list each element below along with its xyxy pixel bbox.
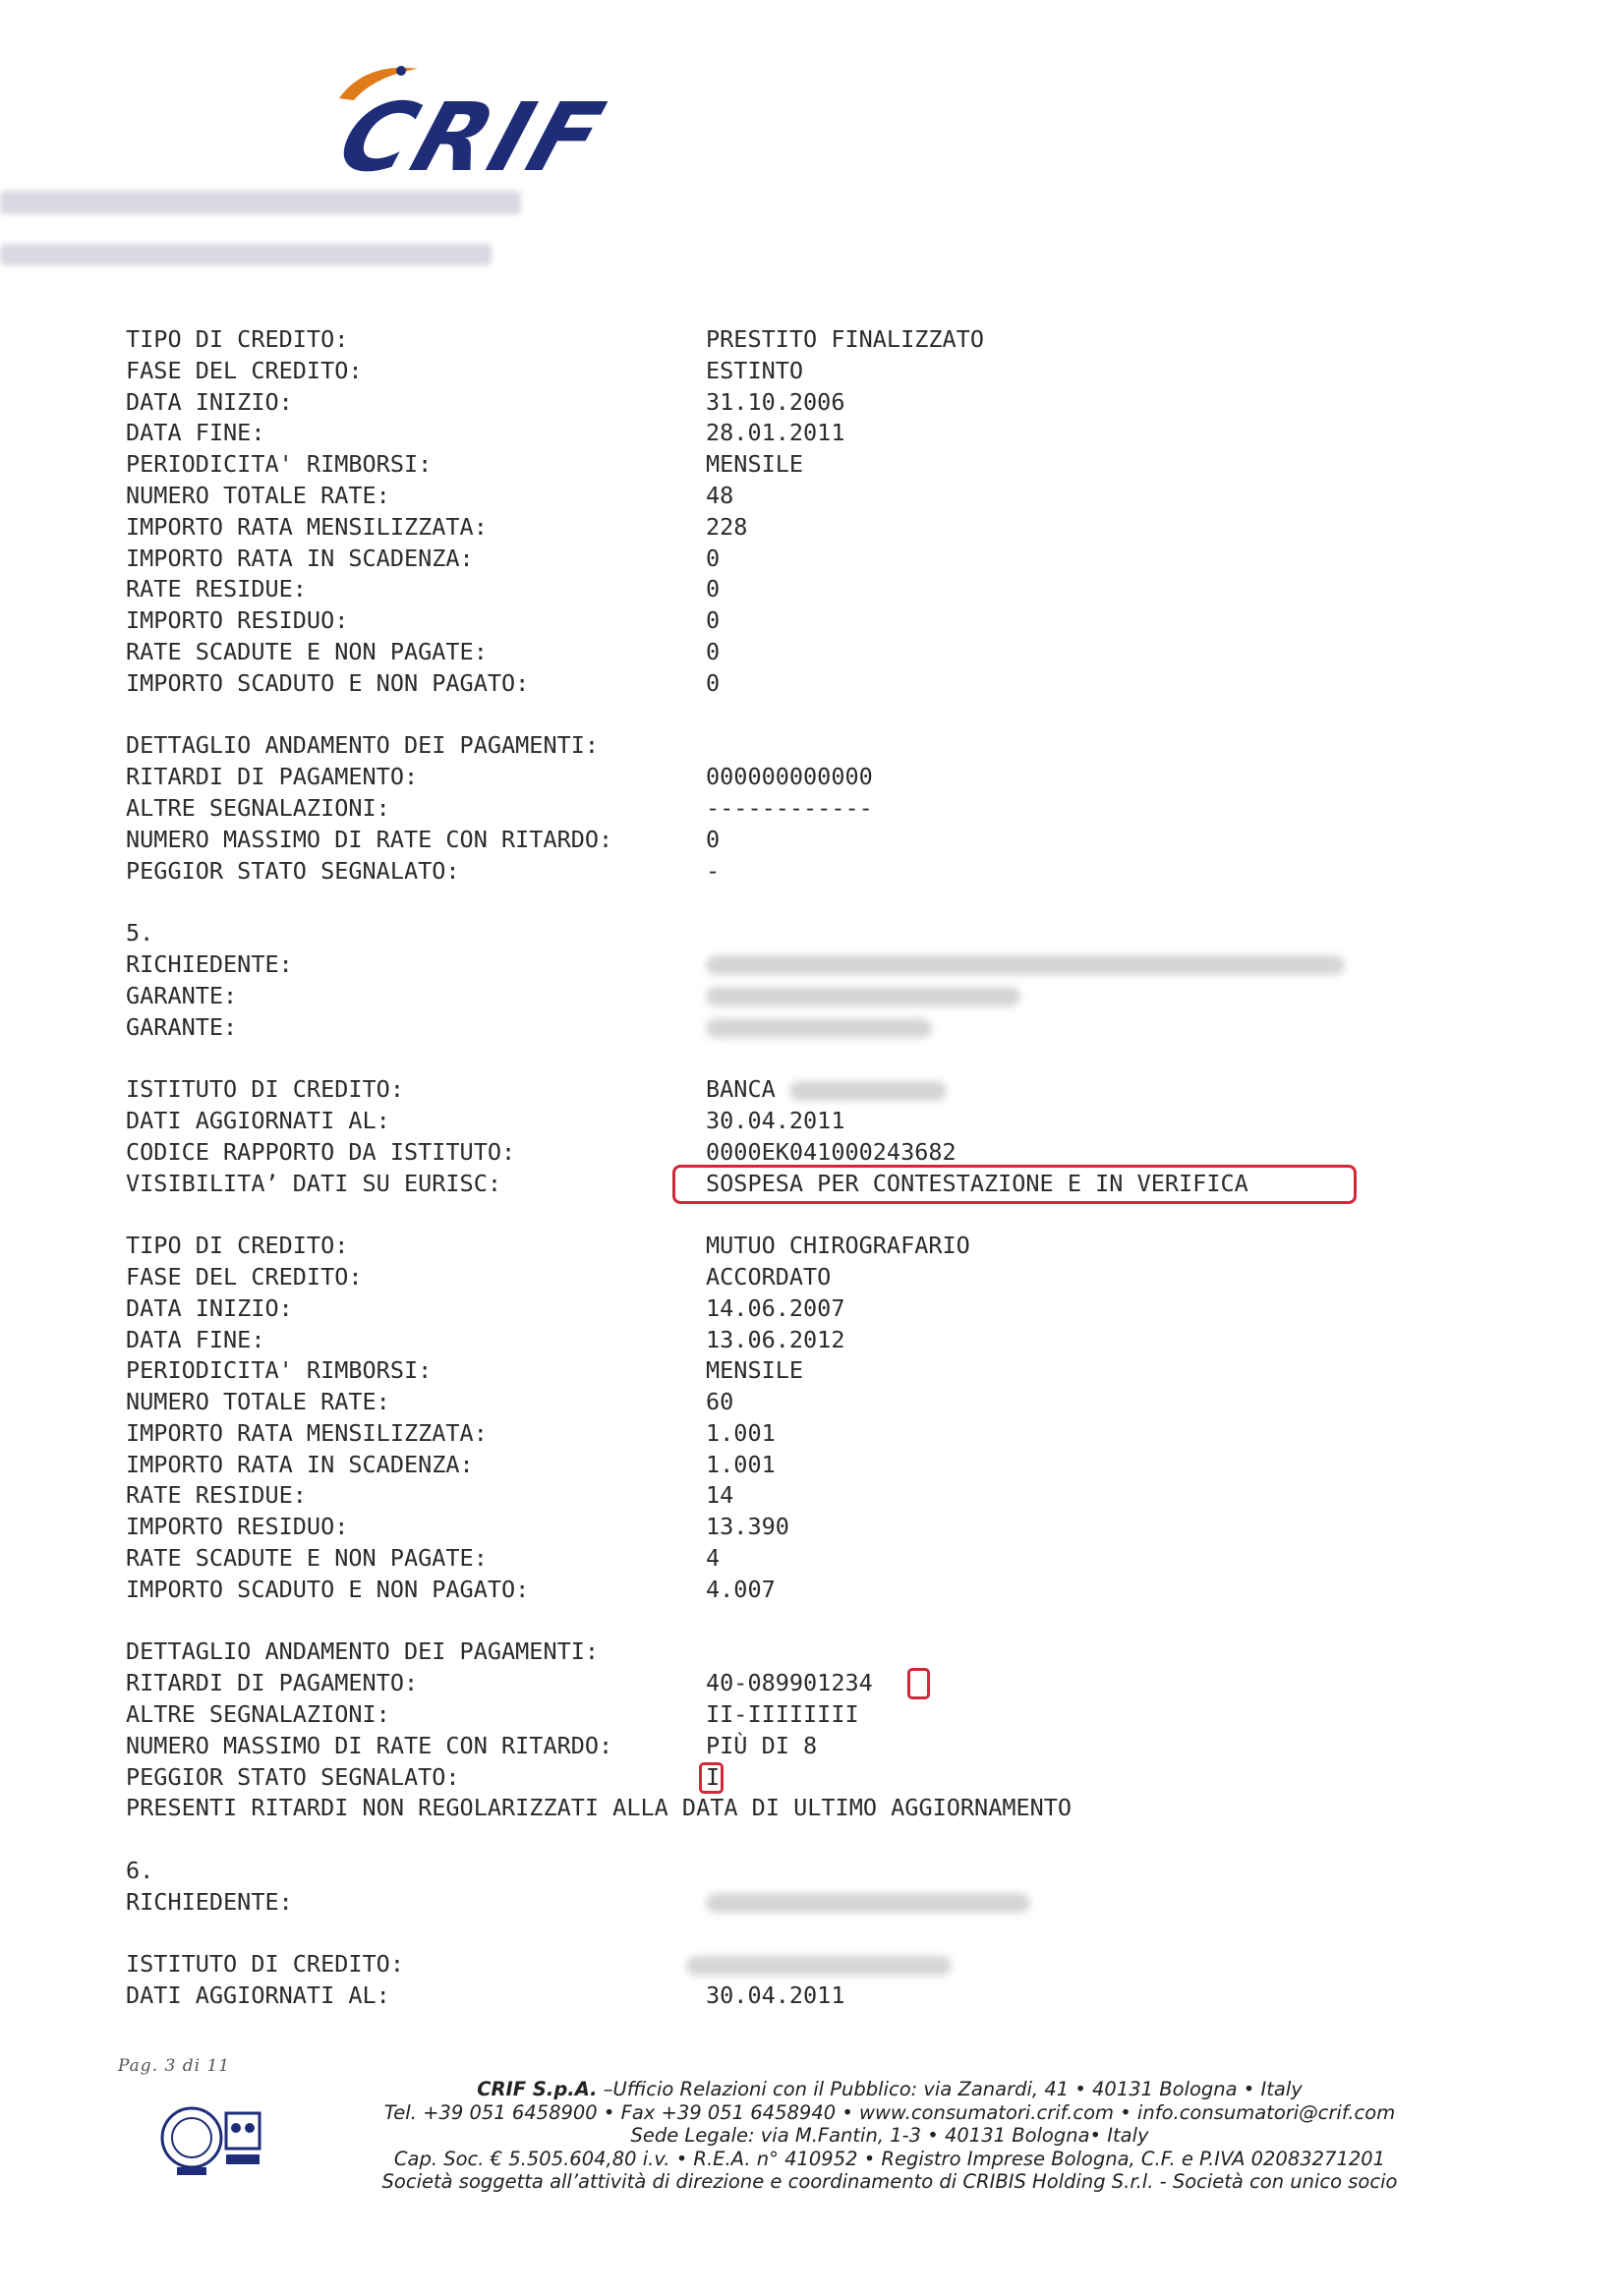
footer-line-3: Sede Legale: via M.Fantin, 1-3 • 40131 B… (630, 2124, 1149, 2147)
field-row: DATA FINE: 28.01.2011 (126, 419, 845, 447)
field-row: PERIODICITA' RIMBORSI: MENSILE (126, 1356, 804, 1385)
field-row: DATA INIZIO: 31.10.2006 (126, 387, 845, 416)
institute-row: ISTITUTO DI CREDITO: BANCA (126, 1074, 1502, 1106)
credit-report: TIPO DI CREDITO: PRESTITO FINALIZZATO FAS… (126, 324, 1502, 2012)
field-row: TIPO DI CREDITO: PRESTITO FINALIZZATO (126, 325, 984, 353)
field-row: RATE RESIDUE: 0 (126, 575, 721, 603)
payment-row: ALTRE SEGNALAZIONI: ------------ (126, 793, 873, 822)
highlight-box (699, 1761, 724, 1794)
field-row: FASE DEL CREDITO: ESTINTO (126, 356, 804, 384)
section-number: 6. (126, 1857, 154, 1885)
field-row: IMPORTO RATA MENSILIZZATA: 1.001 (126, 1418, 776, 1447)
field-row: RATE RESIDUE: 14 (126, 1481, 734, 1510)
institute-row: DATI AGGIORNATI AL: 30.04.2011 (126, 1981, 845, 2010)
credit-section-5: 5. RICHIEDENTE: GARANTE: GARANTE: ISTITU… (126, 918, 1502, 1856)
field-row: FASE DEL CREDITO: ACCORDATO (126, 1262, 832, 1291)
highlight-box (907, 1668, 930, 1700)
page-number: Pag. 3 di 11 (118, 2056, 231, 2076)
field-row: DATA FINE: 13.06.2012 (126, 1325, 845, 1353)
party-row: GARANTE: (126, 981, 1502, 1012)
payments-title: DETTAGLIO ANDAMENTO DEI PAGAMENTI: (126, 731, 600, 760)
highlight-box (672, 1164, 1357, 1204)
payments-title: DETTAGLIO ANDAMENTO DEI PAGAMENTI: (126, 1637, 600, 1666)
redacted-value (686, 1949, 952, 1980)
delay-note: PRESENTI RITARDI NON REGOLARIZZATI ALLA … (126, 1794, 1073, 1822)
field-row: NUMERO TOTALE RATE: 60 (126, 1388, 734, 1416)
field-row: DATA INIZIO: 14.06.2007 (126, 1293, 845, 1322)
field-row: TIPO DI CREDITO: MUTUO CHIROGRAFARIO (126, 1232, 970, 1260)
payment-row: NUMERO MASSIMO DI RATE CON RITARDO: 0 (126, 825, 721, 853)
field-row: IMPORTO SCADUTO E NON PAGATO: 4.007 (126, 1575, 776, 1603)
redacted-value (706, 949, 1345, 981)
institute-row: DATI AGGIORNATI AL: 30.04.2011 (126, 1106, 845, 1134)
field-row: IMPORTO RATA IN SCADENZA: 1.001 (126, 1450, 776, 1478)
company-footer: CRIF S.p.A. –Ufficio Relazioni con il Pu… (324, 2078, 1455, 2194)
party-row: GARANTE: (126, 1012, 1502, 1044)
payment-row: RITARDI DI PAGAMENTO: 000000000000 (126, 763, 873, 791)
footer-line-5: Società soggetta all’attività di direzio… (381, 2170, 1398, 2193)
party-row: RICHIEDENTE: (126, 949, 1502, 981)
payment-row: NUMERO MASSIMO DI RATE CON RITARDO: PIÙ D… (126, 1731, 818, 1759)
institute-row: ISTITUTO DI CREDITO: (126, 1949, 1502, 1980)
section-number: 5. (126, 919, 154, 947)
party-row: RICHIEDENTE: (126, 1887, 1502, 1919)
payment-row: PEGGIOR STATO SEGNALATO: I (126, 1761, 1502, 1794)
field-row: IMPORTO RATA MENSILIZZATA: 228 (126, 512, 748, 541)
redacted-value (706, 1012, 932, 1044)
payment-row: RITARDI DI PAGAMENTO: 40-089901234 (126, 1668, 1502, 1700)
field-row: RATE SCADUTE E NON PAGATE: 4 (126, 1544, 721, 1573)
redacted-value (788, 1080, 947, 1101)
footer-line-2: Tel. +39 051 6458900 • Fax +39 051 64589… (383, 2100, 1396, 2124)
visibility-row: VISIBILITA’ DATI SU EURISC: SOSPESA PER C… (126, 1164, 1502, 1204)
redacted-header-line-2 (0, 244, 492, 265)
field-row: PERIODICITA' RIMBORSI: MENSILE (126, 450, 804, 479)
redacted-value (706, 1887, 1030, 1919)
document-page: CRIF TIPO DI CREDITO: PRESTITO FINALIZZAT… (0, 0, 1624, 2296)
crif-logo: CRIF (324, 61, 639, 193)
field-row: NUMERO TOTALE RATE: 48 (126, 481, 734, 509)
field-row: IMPORTO RESIDUO: 0 (126, 606, 721, 635)
redacted-header-line-1 (0, 191, 521, 214)
certification-seal-icon (160, 2106, 261, 2175)
field-row: IMPORTO RATA IN SCADENZA: 0 (126, 544, 721, 572)
footer-line-1: CRIF S.p.A. –Ufficio Relazioni con il Pu… (477, 2078, 1303, 2100)
field-row: IMPORTO SCADUTO E NON PAGATO: 0 (126, 668, 721, 697)
field-row: IMPORTO RESIDUO: 13.390 (126, 1513, 789, 1541)
credit-block-a: TIPO DI CREDITO: PRESTITO FINALIZZATO FAS… (126, 324, 1502, 918)
institute-row: CODICE RAPPORTO DA ISTITUTO: 0000EK041000… (126, 1137, 957, 1166)
payment-row: ALTRE SEGNALAZIONI: II-IIIIIIII (126, 1700, 859, 1729)
footer-line-4: Cap. Soc. € 5.505.604,80 i.v. • R.E.A. n… (393, 2147, 1386, 2170)
field-row: RATE SCADUTE E NON PAGATE: 0 (126, 637, 721, 665)
redacted-value (706, 981, 1020, 1012)
highlighted-digit: 4 (858, 1669, 873, 1697)
credit-section-6: 6. RICHIEDENTE: ISTITUTO DI CREDITO: DAT… (126, 1856, 1502, 2012)
payment-row: PEGGIOR STATO SEGNALATO: - (126, 856, 721, 885)
logo-text: CRIF (325, 83, 619, 193)
